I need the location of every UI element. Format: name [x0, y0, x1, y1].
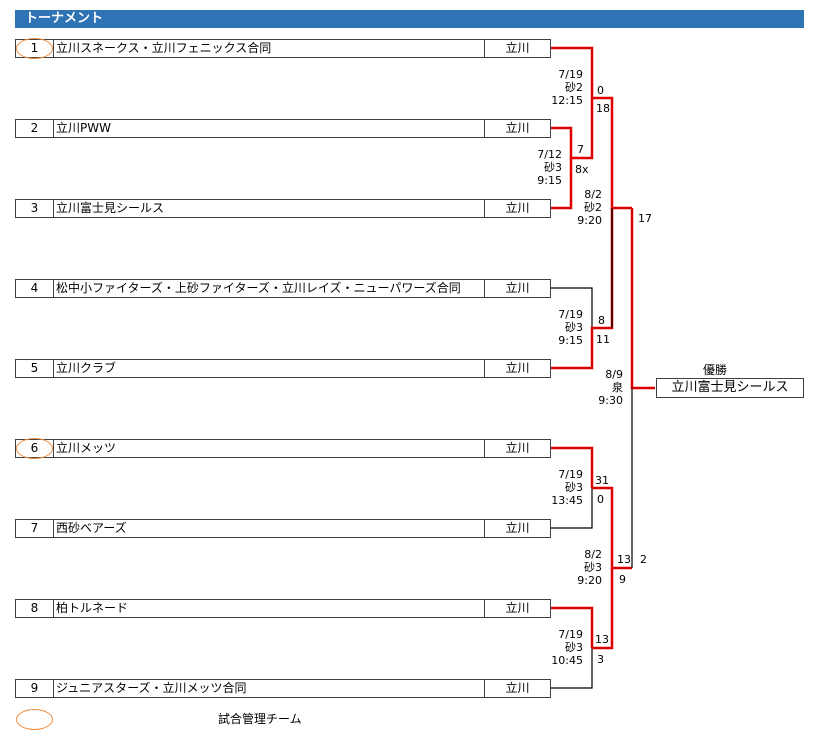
- match-date: 7/12: [537, 148, 562, 161]
- team-region: 立川: [484, 439, 551, 458]
- team-name: 立川富士見シールス: [53, 199, 500, 218]
- score: 9: [619, 573, 626, 586]
- score: 18: [596, 102, 610, 115]
- match-venue: 砂2: [565, 81, 583, 94]
- winner-label: 優勝: [703, 363, 728, 377]
- team-row-4: 4 松中小ファイターズ・上砂ファイターズ・立川レイズ・ニューパワーズ合同 立川: [15, 279, 551, 298]
- team-number: 4: [15, 279, 54, 298]
- match-info-m_6_7: 7/19 砂3 13:45: [548, 468, 583, 507]
- match-date: 7/19: [558, 468, 583, 481]
- line-semi-top: [630, 208, 655, 390]
- team-region: 立川: [484, 39, 551, 58]
- match-venue: 砂2: [584, 201, 602, 214]
- score: 7: [577, 143, 584, 156]
- team-name: ジュニアスターズ・立川メッツ合同: [53, 679, 500, 698]
- score: 3: [597, 653, 604, 666]
- team-region: 立川: [484, 199, 551, 218]
- team-region: 立川: [484, 279, 551, 298]
- legend-oval-icon: [16, 709, 53, 730]
- team-row-5: 5 立川クラブ 立川: [15, 359, 551, 378]
- match-time: 9:15: [558, 334, 583, 347]
- match-info-final: 8/9 泉 9:30: [588, 368, 623, 407]
- match-venue: 砂3: [565, 641, 583, 654]
- match-date: 7/19: [558, 308, 583, 321]
- team-row-9: 9 ジュニアスターズ・立川メッツ合同 立川: [15, 679, 551, 698]
- team-row-3: 3 立川富士見シールス 立川: [15, 199, 551, 218]
- team-row-7: 7 西砂ベアーズ 立川: [15, 519, 551, 538]
- team-number: 7: [15, 519, 54, 538]
- match-info-m_bottom_semi: 8/2 砂3 9:20: [567, 548, 602, 587]
- match-time: 9:20: [577, 214, 602, 227]
- match-time: 13:45: [551, 494, 583, 507]
- team-name: 立川PWW: [53, 119, 500, 138]
- winner-team: 立川富士見シールス: [656, 378, 804, 398]
- score: 0: [597, 84, 604, 97]
- score: 2: [640, 553, 647, 566]
- match-venue: 砂3: [544, 161, 562, 174]
- team-number: 9: [15, 679, 54, 698]
- match-venue: 砂3: [584, 561, 602, 574]
- match-date: 8/2: [584, 548, 602, 561]
- match-info-m_1_23: 7/19 砂2 12:15: [548, 68, 583, 107]
- match-date: 7/19: [558, 68, 583, 81]
- management-oval-team1: [16, 38, 53, 59]
- team-row-1: 1 立川スネークス・立川フェニックス合同 立川: [15, 39, 551, 58]
- team-row-2: 2 立川PWW 立川: [15, 119, 551, 138]
- score: 8x: [575, 163, 589, 176]
- match-venue: 泉: [612, 381, 623, 394]
- team-region: 立川: [484, 679, 551, 698]
- score: 11: [596, 333, 610, 346]
- team-region: 立川: [484, 359, 551, 378]
- score: 0: [597, 493, 604, 506]
- management-oval-team6: [16, 438, 53, 459]
- team-region: 立川: [484, 519, 551, 538]
- team-number: 8: [15, 599, 54, 618]
- match-info-m_4_5: 7/19 砂3 9:15: [548, 308, 583, 347]
- match-info-m_8_9: 7/19 砂3 10:45: [548, 628, 583, 667]
- team-number: 5: [15, 359, 54, 378]
- match-venue: 砂3: [565, 481, 583, 494]
- match-time: 9:20: [577, 574, 602, 587]
- match-date: 8/2: [584, 188, 602, 201]
- score: 17: [638, 212, 652, 225]
- team-name: 松中小ファイターズ・上砂ファイターズ・立川レイズ・ニューパワーズ合同: [53, 279, 500, 298]
- score: 31: [595, 474, 609, 487]
- team-name: 立川クラブ: [53, 359, 500, 378]
- team-name: 立川メッツ: [53, 439, 500, 458]
- team-number: 3: [15, 199, 54, 218]
- team-region: 立川: [484, 599, 551, 618]
- match-date: 8/9: [605, 368, 623, 381]
- match-time: 10:45: [551, 654, 583, 667]
- match-info-m_top_semi: 8/2 砂2 9:20: [567, 188, 602, 227]
- match-time: 9:30: [598, 394, 623, 407]
- score: 13: [617, 553, 631, 566]
- team-name: 柏トルネード: [53, 599, 500, 618]
- team-row-6: 6 立川メッツ 立川: [15, 439, 551, 458]
- match-date: 7/19: [558, 628, 583, 641]
- team-number: 2: [15, 119, 54, 138]
- match-time: 9:15: [537, 174, 562, 187]
- match-info-m_2_3: 7/12 砂3 9:15: [527, 148, 562, 187]
- team-name: 西砂ベアーズ: [53, 519, 500, 538]
- team-region: 立川: [484, 119, 551, 138]
- match-time: 12:15: [551, 94, 583, 107]
- score: 8: [598, 314, 605, 327]
- legend-label: 試合管理チーム: [218, 712, 302, 726]
- team-row-8: 8 柏トルネード 立川: [15, 599, 551, 618]
- team-name: 立川スネークス・立川フェニックス合同: [53, 39, 500, 58]
- match-venue: 砂3: [565, 321, 583, 334]
- score: 13: [595, 633, 609, 646]
